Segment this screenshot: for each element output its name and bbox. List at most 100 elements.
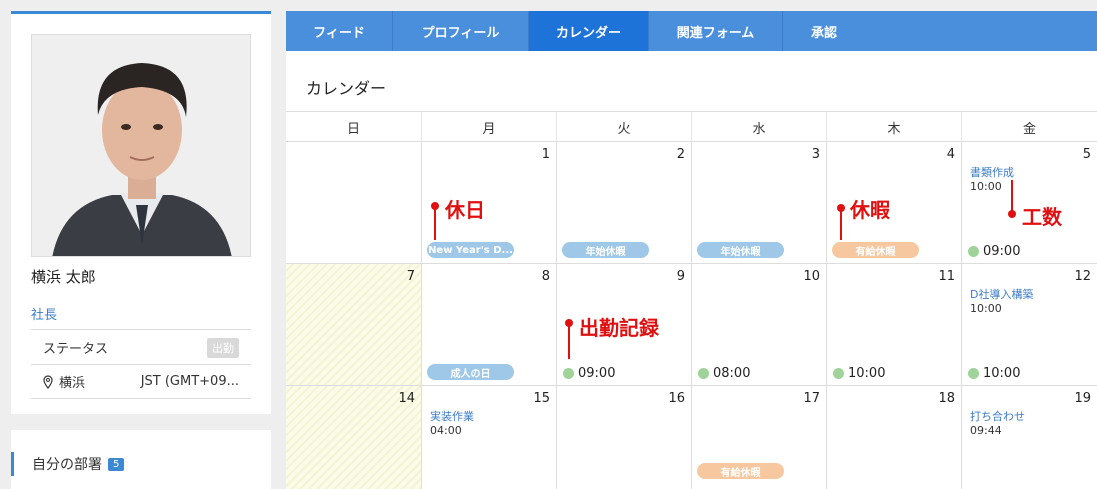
- profile-card: 横浜 太郎 社長 ステータス 出勤 横浜 JST (GMT+09...: [11, 11, 271, 414]
- event-time: 09:44: [970, 424, 1002, 437]
- tab-calendar[interactable]: カレンダー: [529, 11, 649, 51]
- status-row: ステータス 出勤: [31, 329, 251, 364]
- day-number: 4: [946, 147, 955, 162]
- location-row: 横浜 JST (GMT+09...: [31, 364, 251, 399]
- day-cell-empty: [286, 142, 422, 264]
- attendance-time: 10:00: [983, 366, 1021, 381]
- day-number: 12: [1074, 269, 1091, 284]
- day-number: 9: [676, 269, 685, 284]
- vacation-event[interactable]: 有給休暇: [832, 242, 919, 258]
- tab-approval[interactable]: 承認: [783, 11, 865, 51]
- day-cell-16[interactable]: 16: [557, 386, 692, 489]
- attendance-time: 09:00: [983, 244, 1021, 259]
- event-time: 10:00: [970, 180, 1002, 193]
- day-number: 11: [938, 269, 955, 284]
- day-cell-2[interactable]: 2 年始休暇: [557, 142, 692, 264]
- person-silhouette-icon: [32, 35, 250, 256]
- attendance-dot-icon: [698, 368, 709, 379]
- day-number: 10: [803, 269, 820, 284]
- weekday-tue: 火: [556, 112, 691, 143]
- day-number: 8: [541, 269, 550, 284]
- day-cell-11[interactable]: 11 10:00: [827, 264, 962, 386]
- annotation-holiday: 休日: [445, 198, 485, 222]
- day-cell-18[interactable]: 18: [827, 386, 962, 489]
- tab-profile[interactable]: プロフィール: [393, 11, 529, 51]
- day-cell-4[interactable]: 4 有給休暇: [827, 142, 962, 264]
- status-label: ステータス: [43, 341, 109, 357]
- day-number: 2: [676, 147, 685, 162]
- attendance-time: 08:00: [713, 366, 751, 381]
- annotation-line: [1011, 180, 1013, 212]
- day-cell-19[interactable]: 19 打ち合わせ 09:44: [962, 386, 1097, 489]
- event-title[interactable]: 実装作業: [430, 408, 474, 424]
- holiday-event[interactable]: New Year's D...: [427, 242, 514, 258]
- attendance-time: 10:00: [848, 366, 886, 381]
- day-number: 19: [1074, 391, 1091, 406]
- profile-info-table: ステータス 出勤 横浜 JST (GMT+09...: [31, 329, 251, 399]
- annotation-marker: [1008, 210, 1016, 218]
- day-number: 3: [811, 147, 820, 162]
- weekday-fri: 金: [961, 112, 1097, 143]
- day-number: 14: [398, 391, 415, 406]
- day-cell-8[interactable]: 8 成人の日: [422, 264, 557, 386]
- day-cell-10[interactable]: 10 08:00: [692, 264, 827, 386]
- holiday-event[interactable]: 年始休暇: [562, 242, 649, 258]
- day-cell-12[interactable]: 12 D社導入構築 10:00 10:00: [962, 264, 1097, 386]
- attendance-dot-icon: [968, 368, 979, 379]
- day-number: 7: [406, 269, 415, 284]
- day-cell-3[interactable]: 3 年始休暇: [692, 142, 827, 264]
- timezone-text: JST (GMT+09...: [140, 374, 239, 389]
- weekday-sun: 日: [346, 122, 360, 137]
- day-number: 18: [938, 391, 955, 406]
- annotation-kosuu: 工数: [1022, 205, 1062, 229]
- attendance-record[interactable]: 09:00: [968, 244, 1020, 259]
- annotation-line: [434, 206, 436, 240]
- main-panel: フィード プロフィール カレンダー 関連フォーム 承認 カレンダー 日 月 火 …: [286, 11, 1097, 489]
- tab-bar: フィード プロフィール カレンダー 関連フォーム 承認: [286, 11, 1097, 51]
- department-card: 自分の部署 5: [11, 430, 271, 489]
- vacation-event[interactable]: 有給休暇: [697, 463, 784, 479]
- annotation-line: [840, 208, 842, 240]
- attendance-time: 09:00: [578, 366, 616, 381]
- day-cell-7[interactable]: 7: [286, 264, 422, 386]
- profile-name: 横浜 太郎: [31, 268, 96, 286]
- day-number: 1: [541, 147, 550, 162]
- day-cell-17[interactable]: 17 有給休暇: [692, 386, 827, 489]
- department-label: 自分の部署: [32, 457, 102, 473]
- attendance-dot-icon: [968, 246, 979, 257]
- department-count-badge: 5: [108, 457, 125, 471]
- event-title[interactable]: 打ち合わせ: [970, 408, 1025, 424]
- day-number: 15: [533, 391, 550, 406]
- tab-related-forms[interactable]: 関連フォーム: [649, 11, 783, 51]
- holiday-event[interactable]: 年始休暇: [697, 242, 784, 258]
- attendance-record[interactable]: 08:00: [698, 366, 750, 381]
- annotation-attendance: 出勤記録: [579, 316, 659, 340]
- day-number: 17: [803, 391, 820, 406]
- day-number: 16: [668, 391, 685, 406]
- day-cell-15[interactable]: 15 実装作業 04:00: [422, 386, 557, 489]
- day-cell-14[interactable]: 14: [286, 386, 422, 489]
- attendance-dot-icon: [833, 368, 844, 379]
- day-cell-1[interactable]: 1 New Year's D...: [422, 142, 557, 264]
- calendar-grid: 1 New Year's D... 2 年始休暇 3 年始休暇 4 有給休暇 5…: [286, 142, 1097, 489]
- weekday-mon: 月: [421, 112, 556, 143]
- calendar-weekday-header: 日 月 火 水 木 金: [286, 111, 1097, 143]
- event-title[interactable]: 書類作成: [970, 164, 1014, 180]
- weekday-wed: 水: [691, 112, 826, 143]
- event-title[interactable]: D社導入構築: [970, 286, 1033, 302]
- tab-feed[interactable]: フィード: [286, 11, 393, 51]
- attendance-record[interactable]: 10:00: [968, 366, 1020, 381]
- attendance-record[interactable]: 10:00: [833, 366, 885, 381]
- attendance-record[interactable]: 09:00: [563, 366, 615, 381]
- annotation-line: [568, 323, 570, 359]
- profile-title-link[interactable]: 社長: [31, 304, 57, 323]
- status-badge: 出勤: [207, 338, 239, 358]
- annotation-vacation: 休暇: [850, 198, 890, 222]
- location-text: 横浜: [59, 376, 86, 391]
- holiday-event[interactable]: 成人の日: [427, 364, 514, 380]
- event-time: 10:00: [970, 302, 1002, 315]
- event-time: 04:00: [430, 424, 462, 437]
- my-department-link[interactable]: 自分の部署 5: [11, 452, 125, 476]
- attendance-dot-icon: [563, 368, 574, 379]
- profile-photo: [31, 34, 251, 257]
